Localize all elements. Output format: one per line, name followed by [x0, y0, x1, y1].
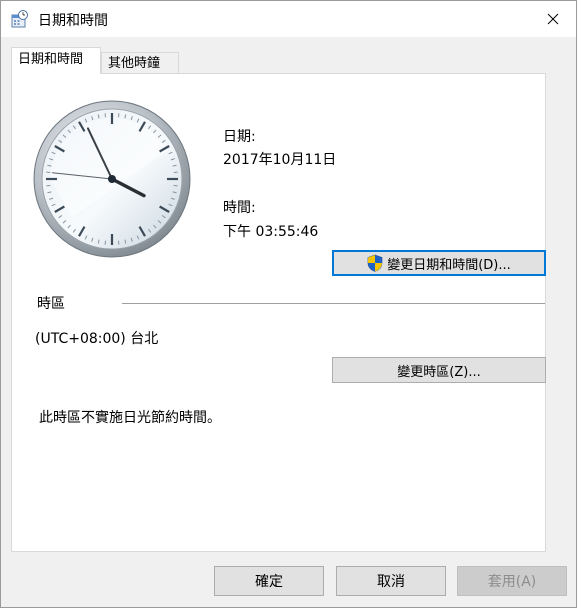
- date-label: 日期:: [223, 129, 256, 145]
- dst-note: 此時區不實施日光節約時間。: [39, 410, 221, 426]
- tab-additional-clocks[interactable]: 其他時鐘: [101, 52, 179, 74]
- time-value: 下午 03:55:46: [223, 224, 319, 240]
- timezone-divider: [122, 303, 545, 304]
- cancel-button[interactable]: 取消: [336, 566, 446, 596]
- date-value: 2017年10月11日: [223, 152, 337, 168]
- change-date-time-label: 變更日期和時間(D)...: [387, 257, 511, 273]
- ok-button[interactable]: 確定: [214, 566, 324, 596]
- apply-button[interactable]: 套用(A): [457, 566, 567, 596]
- analog-clock: [33, 100, 191, 258]
- date-time-dialog: 日期和時間 日期和時間 其他時鐘 日期: 2017年10月11日 時間: 下午 …: [0, 0, 577, 608]
- timezone-value: (UTC+08:00) 台北: [35, 331, 159, 347]
- change-date-time-button[interactable]: 變更日期和時間(D)...: [332, 250, 546, 276]
- date-time-tab-panel: 日期: 2017年10月11日 時間: 下午 03:55:46 變更日期和時間(…: [11, 73, 546, 552]
- close-button[interactable]: [530, 1, 576, 37]
- change-timezone-label: 變更時區(Z)...: [397, 364, 481, 380]
- timezone-section-label: 時區: [37, 296, 65, 312]
- datetime-app-icon: [11, 10, 28, 28]
- time-label: 時間:: [223, 200, 256, 216]
- tab-date-and-time[interactable]: 日期和時間: [11, 47, 101, 74]
- change-timezone-button[interactable]: 變更時區(Z)...: [332, 357, 546, 383]
- uac-shield-icon: [367, 254, 383, 272]
- title-bar[interactable]: 日期和時間: [1, 1, 576, 37]
- close-icon: [547, 13, 559, 25]
- window-title: 日期和時間: [38, 13, 108, 29]
